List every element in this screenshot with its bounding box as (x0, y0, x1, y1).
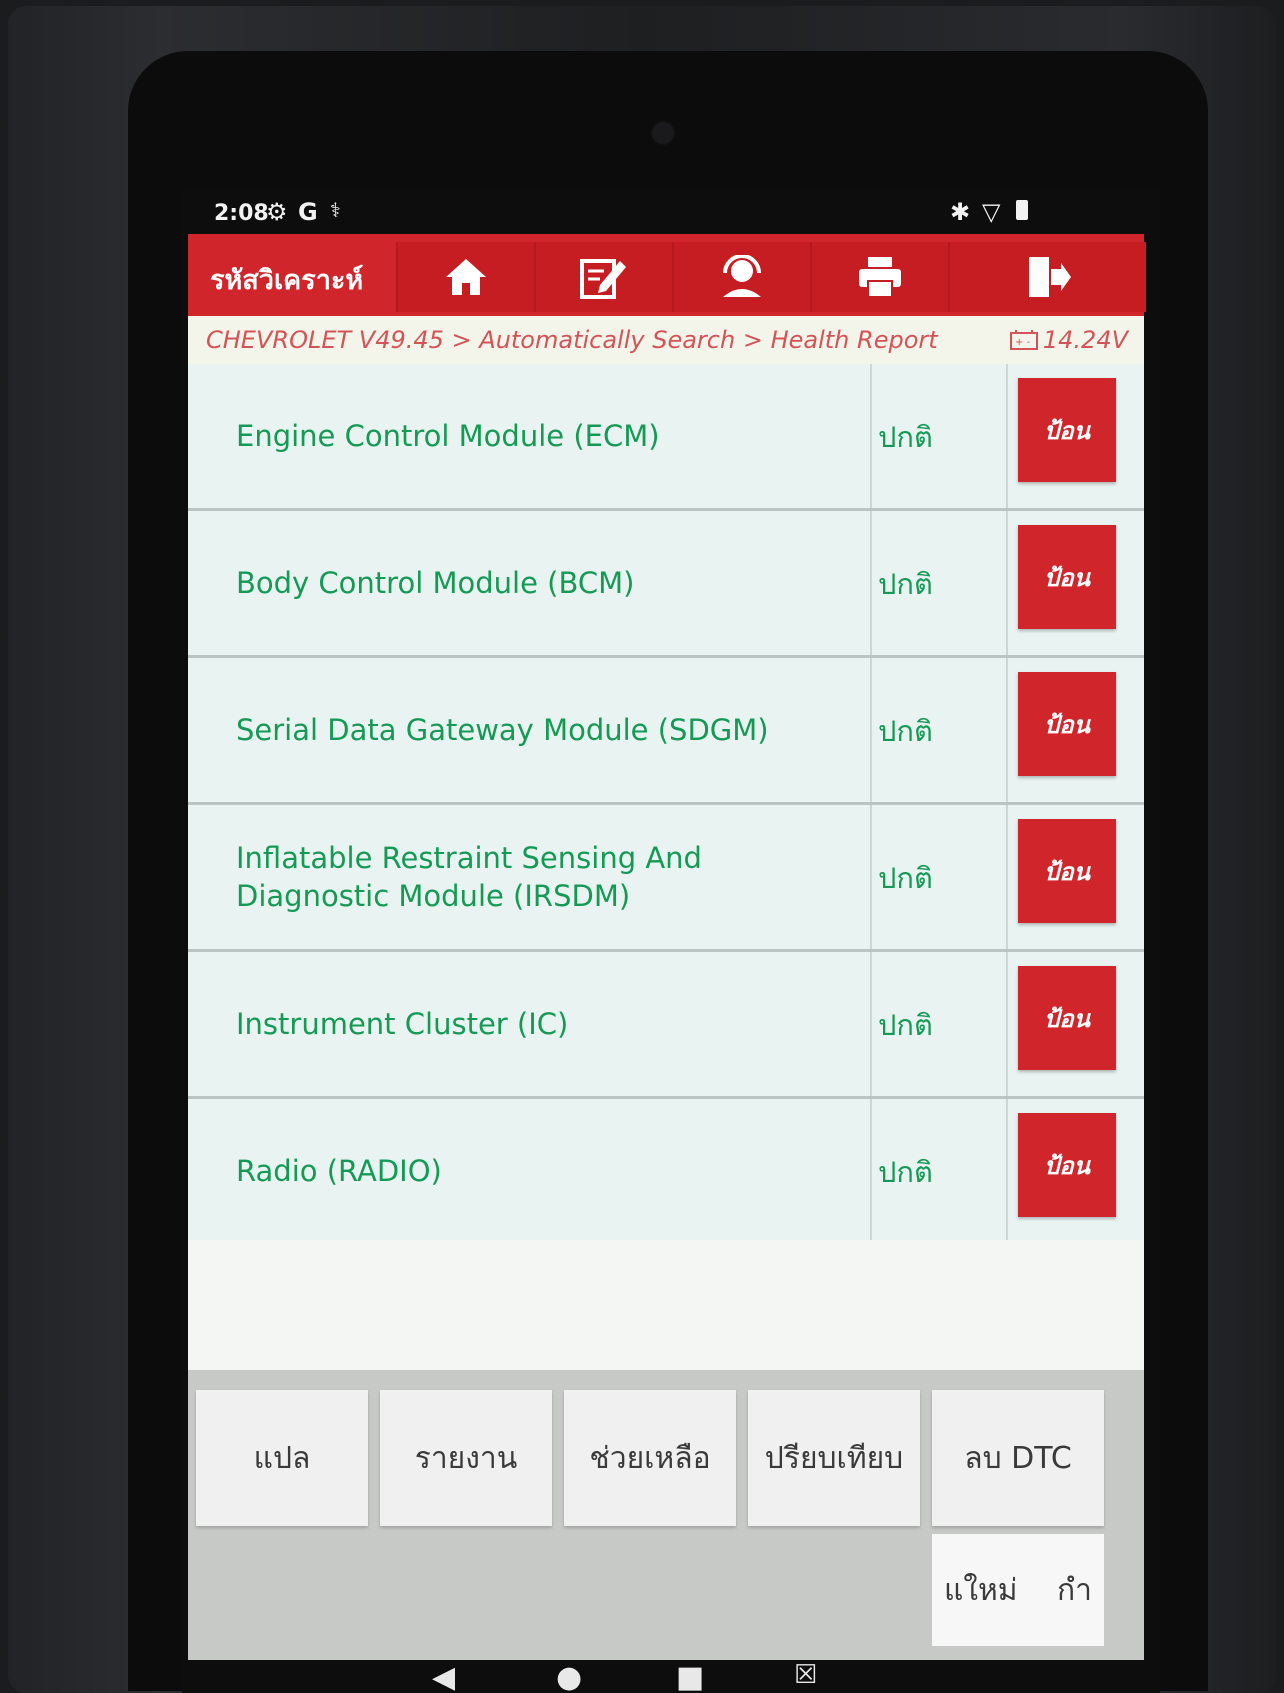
list-empty-area (188, 1240, 1144, 1370)
breadcrumb: CHEVROLET V49.45 > Automatically Search … (206, 326, 938, 354)
voltage-readout: + - 14.24V (1009, 326, 1128, 354)
front-camera (652, 122, 674, 144)
module-name: Engine Control Module (ECM) (236, 419, 660, 453)
list-item: Instrument Cluster (IC) ปกติ ป้อน (188, 952, 1144, 1099)
module-status: ปกติ (878, 567, 933, 601)
home-nav-icon[interactable]: ● (556, 1660, 582, 1693)
module-name: Body Control Module (BCM) (236, 566, 635, 600)
exit-icon (1029, 257, 1071, 297)
column-divider (1006, 952, 1008, 1096)
enter-button[interactable]: ป้อน (1018, 819, 1116, 923)
list-item: Engine Control Module (ECM) ปกติ ป้อน (188, 364, 1144, 511)
list-item: Serial Data Gateway Module (SDGM) ปกติ ป… (188, 658, 1144, 805)
module-status: ปกติ (878, 1155, 933, 1189)
enter-button[interactable]: ป้อน (1018, 672, 1116, 776)
google-icon: G (298, 198, 318, 226)
home-icon (446, 259, 486, 295)
support-icon (723, 255, 761, 297)
column-divider (870, 1099, 872, 1243)
module-status: ปกติ (878, 1008, 933, 1042)
compare-button[interactable]: ปรียบเทียบ (748, 1390, 920, 1526)
app-header: รหัสวิเคราะห์ (188, 234, 1146, 316)
print-icon (859, 257, 901, 298)
header-title: รหัสวิเคราะห์ (210, 265, 364, 296)
clear-dtc-button[interactable]: ลบ DTC (932, 1390, 1104, 1526)
translate-button[interactable]: แปล (196, 1390, 368, 1526)
help-button[interactable]: ช่วยเหลือ (564, 1390, 736, 1526)
column-divider (1006, 364, 1008, 508)
battery-voltage-icon: + - (1009, 330, 1038, 350)
home-button[interactable] (396, 242, 534, 312)
svg-text:+ -: + - (1015, 337, 1031, 348)
list-item: Inflatable Restraint Sensing And Diagnos… (188, 805, 1144, 952)
module-status: ปกติ (878, 714, 933, 748)
print-button[interactable] (810, 242, 948, 312)
enter-button[interactable]: ป้อน (1018, 966, 1116, 1070)
module-status: ปกติ (878, 861, 933, 895)
voltage-value: 14.24V (1042, 326, 1128, 354)
support-button[interactable] (672, 242, 810, 312)
recents-icon[interactable]: ■ (676, 1660, 704, 1693)
module-name: Serial Data Gateway Module (SDGM) (236, 713, 769, 747)
column-divider (870, 511, 872, 655)
list-item: Radio (RADIO) ปกติ ป้อน (188, 1099, 1144, 1246)
column-divider (1006, 511, 1008, 655)
bottom-toolbar: แปล รายงาน ช่วยเหลือ ปรียบเทียบ ลบ DTC แ… (188, 1370, 1144, 1660)
exit-button[interactable] (948, 242, 1146, 312)
screen: 2:08 ⚙ G ⚕ ✱ ▽ รหัสวิเคราะห์ CHEVROLET V… (182, 188, 1160, 1693)
enter-button[interactable]: ป้อน (1018, 378, 1116, 482)
module-name: Radio (RADIO) (236, 1154, 442, 1188)
bluetooth-icon: ✱ (950, 198, 971, 226)
wifi-icon: ▽ (982, 198, 1001, 226)
new-button-label-cut: กำ (1056, 1572, 1092, 1608)
module-name: Inflatable Restraint Sensing And Diagnos… (236, 841, 702, 913)
new-button-label: แใหม่ (944, 1572, 1018, 1608)
column-divider (870, 658, 872, 802)
breadcrumb-bar: CHEVROLET V49.45 > Automatically Search … (188, 316, 1144, 364)
new-button[interactable]: แใหม่ กำ (932, 1534, 1104, 1646)
column-divider (1006, 1099, 1008, 1243)
module-list: Engine Control Module (ECM) ปกติ ป้อน Bo… (188, 364, 1144, 1246)
column-divider (870, 952, 872, 1096)
column-divider (1006, 658, 1008, 802)
status-time: 2:08 (214, 201, 269, 226)
edit-icon (580, 259, 626, 299)
enter-button[interactable]: ป้อน (1018, 1113, 1116, 1217)
module-name: Instrument Cluster (IC) (236, 1007, 569, 1041)
close-app-icon[interactable]: ☒ (794, 1660, 817, 1690)
report-button[interactable]: รายงาน (380, 1390, 552, 1526)
column-divider (870, 364, 872, 508)
system-nav-bar: ◀ ● ■ ☒ (182, 1660, 1160, 1693)
edit-button[interactable] (534, 242, 672, 312)
battery-icon (1016, 200, 1028, 220)
column-divider (1006, 805, 1008, 949)
back-icon[interactable]: ◀ (432, 1660, 455, 1693)
list-item: Body Control Module (BCM) ปกติ ป้อน (188, 511, 1144, 658)
enter-button[interactable]: ป้อน (1018, 525, 1116, 629)
status-bar: 2:08 ⚙ G ⚕ ✱ ▽ (182, 188, 1160, 234)
module-status: ปกติ (878, 420, 933, 454)
column-divider (870, 805, 872, 949)
settings-badge-icon: ⚙ (266, 198, 288, 226)
stethoscope-icon: ⚕ (330, 198, 341, 222)
